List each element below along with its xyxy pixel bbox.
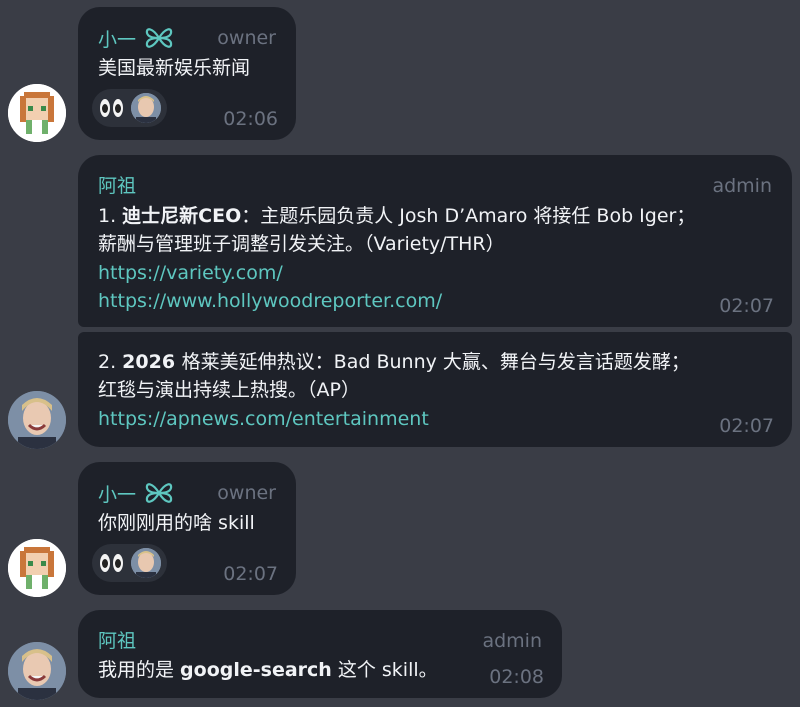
message-text-line: 2. 2026 格莱美延伸热议：Bad Bunny 大赢、舞台与发言话题发酵； <box>98 351 690 373</box>
eyes-emoji-icon <box>100 99 123 117</box>
variety-link[interactable]: https://variety.com/ <box>98 259 283 287</box>
hollywoodreporter-link[interactable]: https://www.hollywoodreporter.com/ <box>98 287 442 315</box>
apnews-link[interactable]: https://apnews.com/entertainment <box>98 405 429 433</box>
role-label: owner <box>217 482 276 504</box>
eyes-emoji-icon <box>100 554 123 572</box>
user-avatar-xiaoyi[interactable] <box>8 84 66 142</box>
reactor-avatar <box>131 548 161 578</box>
sender-name[interactable]: 小一 <box>98 23 174 53</box>
sender-name[interactable]: 阿祖 <box>98 626 136 653</box>
reaction-chip[interactable] <box>92 544 167 582</box>
role-label: admin <box>712 175 772 197</box>
message-time: 02:07 <box>223 563 278 585</box>
message-time: 02:07 <box>719 295 774 317</box>
message-text-line: 红毯与演出持续上热搜。（AP） <box>98 379 360 401</box>
role-label: owner <box>217 27 276 49</box>
message-bubble[interactable]: 2. 2026 格莱美延伸热议：Bad Bunny 大赢、舞台与发言话题发酵； … <box>78 332 792 447</box>
message-text-line: 薪酬与管理班子调整引发关注。（Variety/THR） <box>98 233 505 255</box>
butterfly-badge-icon <box>145 483 173 503</box>
sender-name[interactable]: 阿祖 <box>98 171 136 198</box>
butterfly-badge-icon <box>145 28 173 48</box>
sender-name[interactable]: 小一 <box>98 478 174 508</box>
message-time: 02:06 <box>223 108 278 130</box>
message-text-line: 1. 迪士尼新CEO：主题乐园负责人 Josh D’Amaro 将接任 Bob … <box>98 205 696 227</box>
message-text: 我用的是 google-search 这个 skill。 <box>98 659 438 681</box>
message-time: 02:08 <box>489 666 544 688</box>
user-avatar-azu[interactable] <box>8 391 66 449</box>
user-avatar-xiaoyi[interactable] <box>8 539 66 597</box>
message-bubble[interactable]: 小一 owner 美国最新娱乐新闻 02:06 <box>78 7 296 140</box>
reactor-avatar <box>131 93 161 123</box>
message-text: 美国最新娱乐新闻 <box>98 57 251 79</box>
message-text: 你刚刚用的啥 skill <box>98 512 255 534</box>
message-bubble[interactable]: 阿祖 admin 我用的是 google-search 这个 skill。 02… <box>78 610 562 698</box>
message-bubble[interactable]: 小一 owner 你刚刚用的啥 skill 02:07 <box>78 462 296 595</box>
message-time: 02:07 <box>719 415 774 437</box>
message-bubble[interactable]: 阿祖 admin 1. 迪士尼新CEO：主题乐园负责人 Josh D’Amaro… <box>78 155 792 327</box>
role-label: admin <box>482 630 542 652</box>
reaction-chip[interactable] <box>92 89 167 127</box>
user-avatar-azu[interactable] <box>8 642 66 700</box>
